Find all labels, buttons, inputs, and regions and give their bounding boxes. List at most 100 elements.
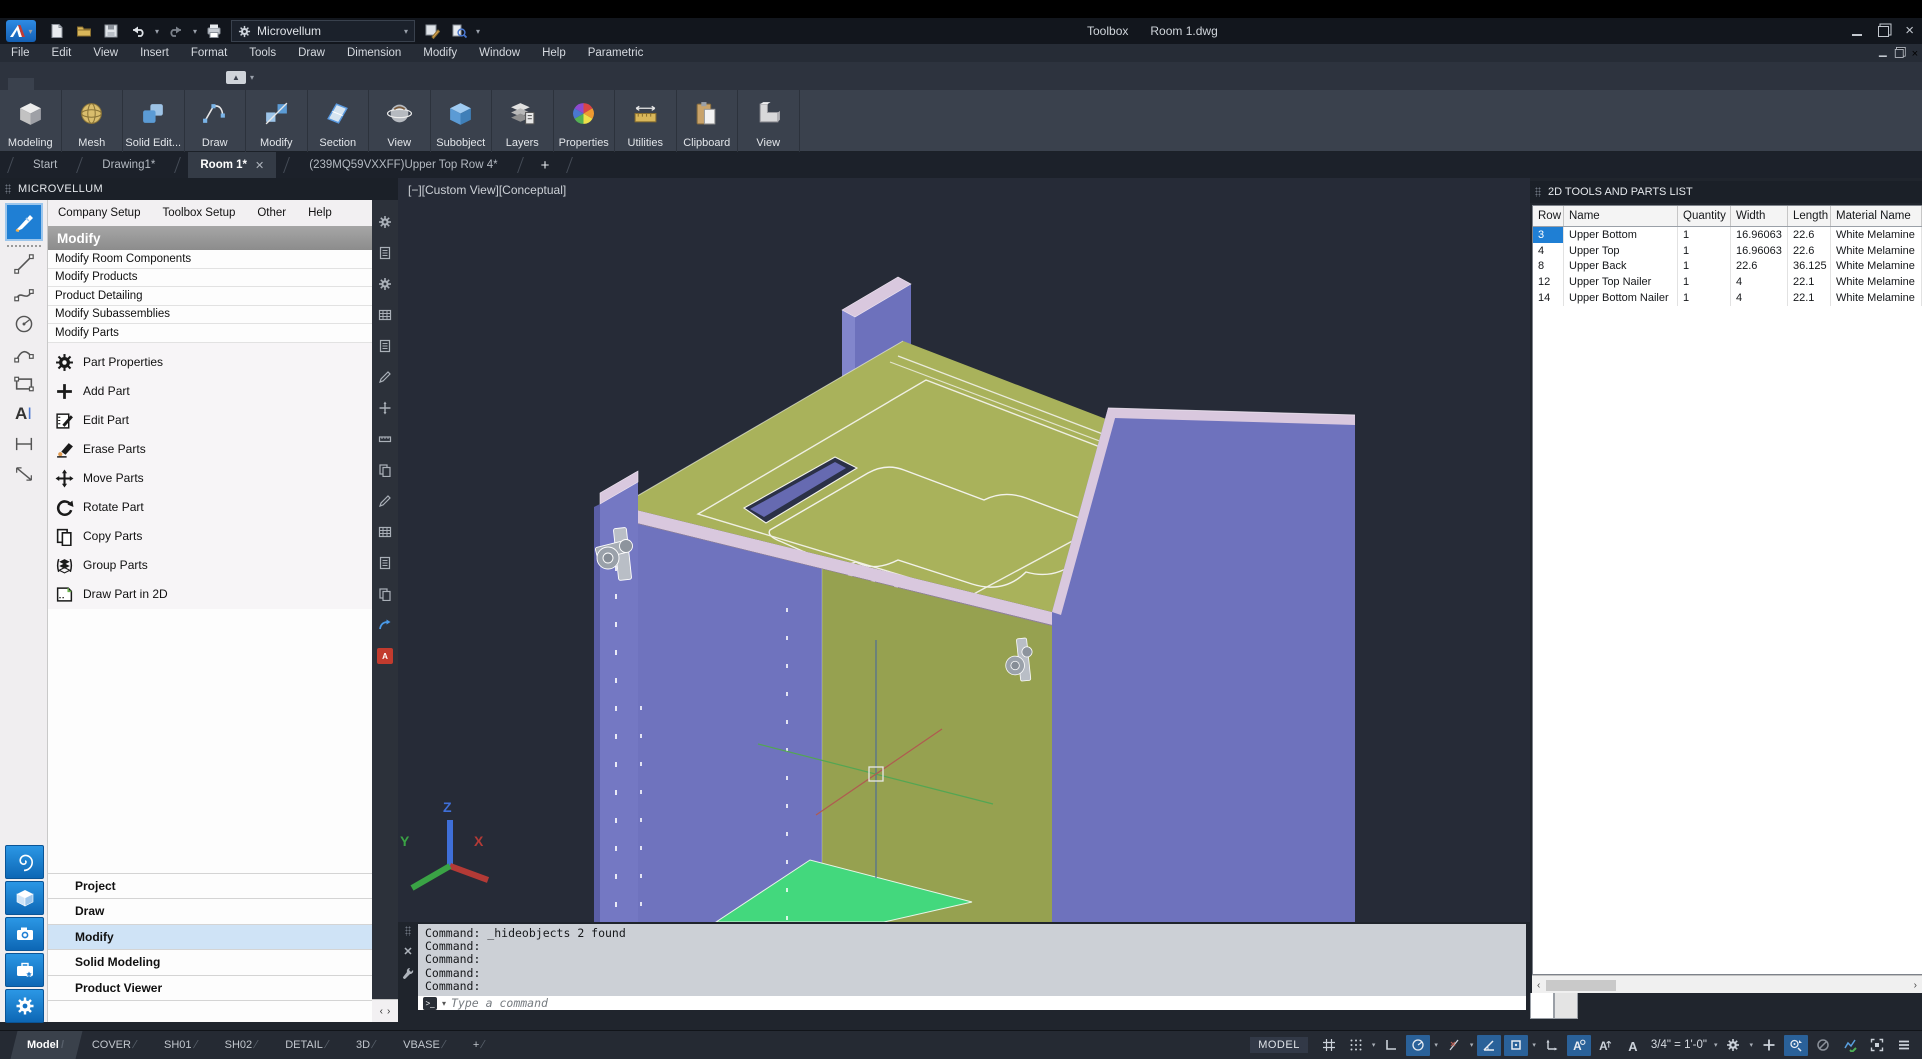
mv-paste-icon[interactable] (377, 462, 393, 478)
action-item[interactable]: Rotate Part (48, 493, 372, 522)
ribbon-tab[interactable] (164, 78, 190, 90)
search-drawing-icon[interactable] (449, 21, 469, 41)
menu-item[interactable]: Dimension (336, 47, 412, 59)
line-tool-icon[interactable] (7, 249, 41, 279)
osnap-angle-icon[interactable] (1477, 1035, 1501, 1056)
layout-tab[interactable]: Model/ (11, 1031, 83, 1059)
solid-mode-icon[interactable] (5, 881, 44, 915)
table-row[interactable]: 8 Upper Back 1 22.6 36.125 White Melamin… (1533, 259, 1922, 275)
mv-notes-icon[interactable] (377, 245, 393, 261)
ribbon-tab[interactable] (138, 78, 164, 90)
modify-link[interactable]: Modify Room Components (48, 250, 372, 269)
column-header[interactable]: Name (1564, 206, 1678, 226)
layout-tab[interactable]: DETAIL/ (272, 1031, 343, 1059)
polyline-tool-icon[interactable] (7, 279, 41, 309)
restore-button[interactable] (1878, 26, 1889, 37)
category-item[interactable]: Product Viewer (48, 975, 372, 1001)
project-case-icon[interactable] (5, 953, 44, 987)
mv-pdf-icon[interactable]: A (377, 648, 393, 664)
mv-gear-icon[interactable] (377, 214, 393, 230)
undo-dropdown[interactable]: ▾ (155, 27, 159, 36)
isolate-objects-icon[interactable] (1784, 1035, 1808, 1056)
new-drawing-tab-button[interactable]: + (531, 152, 560, 178)
modify-link[interactable]: Product Detailing (48, 287, 372, 306)
ribbon-panel-button[interactable]: Subobject (431, 90, 493, 152)
microvellum-menu-item[interactable]: Help (298, 207, 342, 219)
modify-link[interactable]: Modify Products (48, 269, 372, 288)
menu-item[interactable]: Insert (129, 47, 180, 59)
table-row[interactable]: 12 Upper Top Nailer 1 4 22.1 White Melam… (1533, 274, 1922, 290)
menu-item[interactable]: Modify (412, 47, 468, 59)
scale-caret[interactable]: ▾ (1713, 1041, 1719, 1049)
measure-tool-icon[interactable] (7, 459, 41, 489)
save-icon[interactable] (101, 21, 121, 41)
command-input-row[interactable]: >_ ▾ Type a command (418, 996, 1526, 1010)
action-item[interactable]: Draw Part in 2D (48, 580, 372, 609)
parts-list-panel-titlebar[interactable]: 2D TOOLS AND PARTS LIST (1530, 181, 1922, 203)
scroll-left-arrow[interactable]: ‹ (1532, 980, 1540, 991)
settings-gear-icon[interactable] (5, 989, 44, 1023)
save-workspace-icon[interactable] (422, 21, 442, 41)
snap-toggle-icon[interactable] (1344, 1035, 1368, 1056)
clean-screen-icon[interactable] (1811, 1035, 1835, 1056)
graphics-performance-icon[interactable] (1838, 1035, 1862, 1056)
menu-item[interactable]: File (0, 47, 41, 59)
modify-link[interactable]: Modify Parts (48, 324, 372, 343)
customize-plus-icon[interactable] (1757, 1035, 1781, 1056)
layout-tab[interactable]: SH02/ (212, 1031, 273, 1059)
spiral-mode-icon[interactable] (5, 845, 44, 879)
plot-icon[interactable] (204, 21, 224, 41)
render-camera-icon[interactable] (5, 917, 44, 951)
ribbon-panel-button[interactable]: Properties (554, 90, 616, 152)
ribbon-panel-button[interactable]: Draw (185, 90, 247, 152)
mv-document-icon[interactable] (377, 338, 393, 354)
viewport-controls-label[interactable]: [−][Custom View][Conceptual] (408, 183, 566, 197)
tracking-icon[interactable] (1540, 1035, 1564, 1056)
ribbon-panel-button[interactable]: Utilities (615, 90, 677, 152)
fullscreen-icon[interactable] (1865, 1035, 1889, 1056)
column-header[interactable]: Length (1788, 206, 1831, 226)
layout-tab[interactable]: COVER/ (79, 1031, 151, 1059)
ribbon-tab[interactable] (8, 78, 34, 90)
table-row[interactable]: 14 Upper Bottom Nailer 1 4 22.1 White Me… (1533, 290, 1922, 306)
model-space-button[interactable]: MODEL (1250, 1037, 1308, 1053)
scrollbar-thumb[interactable] (1546, 980, 1616, 991)
ribbon-panel-button[interactable]: Solid Edit... (123, 90, 185, 152)
app-logo-icon[interactable]: ▾ (6, 20, 36, 42)
ribbon-panel-button[interactable]: View (369, 90, 431, 152)
open-file-icon[interactable] (74, 21, 94, 41)
column-header[interactable]: Quantity (1678, 206, 1731, 226)
ribbon-tab[interactable] (112, 78, 138, 90)
menu-item[interactable]: Draw (287, 47, 336, 59)
polar-tracking-icon[interactable] (1406, 1035, 1430, 1056)
scroll-right-arrow[interactable]: › (1914, 980, 1922, 991)
parts-panel-tab[interactable] (1554, 993, 1578, 1019)
layout-tab[interactable]: 3D/ (343, 1031, 390, 1059)
autoscale-icon[interactable] (1594, 1035, 1618, 1056)
ribbon-panel-button[interactable]: Modify (246, 90, 308, 152)
table-row[interactable]: 3 Upper Bottom 1 16.96063 22.6 White Mel… (1533, 227, 1922, 243)
doc-restore-button[interactable] (1895, 49, 1904, 58)
redo-dropdown[interactable]: ▾ (193, 27, 197, 36)
osnap-caret[interactable]: ▾ (1531, 1041, 1537, 1049)
rectangle-tool-icon[interactable] (7, 369, 41, 399)
mv-move-icon[interactable] (377, 400, 393, 416)
mv-marker-icon[interactable] (377, 493, 393, 509)
command-caret-icon[interactable]: ▾ (442, 999, 446, 1008)
circle-tool-icon[interactable] (7, 309, 41, 339)
snap-caret[interactable]: ▾ (1371, 1041, 1377, 1049)
microvellum-menu-item[interactable]: Toolbox Setup (152, 207, 245, 219)
command-wrench-icon[interactable] (402, 967, 414, 979)
customization-menu-icon[interactable] (1892, 1035, 1916, 1056)
ribbon-tab[interactable] (86, 78, 112, 90)
qat-customize-caret[interactable]: ▾ (476, 27, 480, 36)
mv-pencil-icon[interactable] (377, 369, 393, 385)
category-item[interactable]: Modify (48, 924, 372, 950)
isodraft-icon[interactable] (1442, 1035, 1466, 1056)
ribbon-panel-button[interactable]: View (738, 90, 800, 152)
microvellum-menu-item[interactable]: Company Setup (48, 207, 150, 219)
column-header[interactable]: Width (1731, 206, 1788, 226)
panel-scroll-arrows[interactable]: ‹› (372, 999, 398, 1022)
table-row[interactable]: 4 Upper Top 1 16.96063 22.6 White Melami… (1533, 243, 1922, 259)
action-item[interactable]: Move Parts (48, 464, 372, 493)
